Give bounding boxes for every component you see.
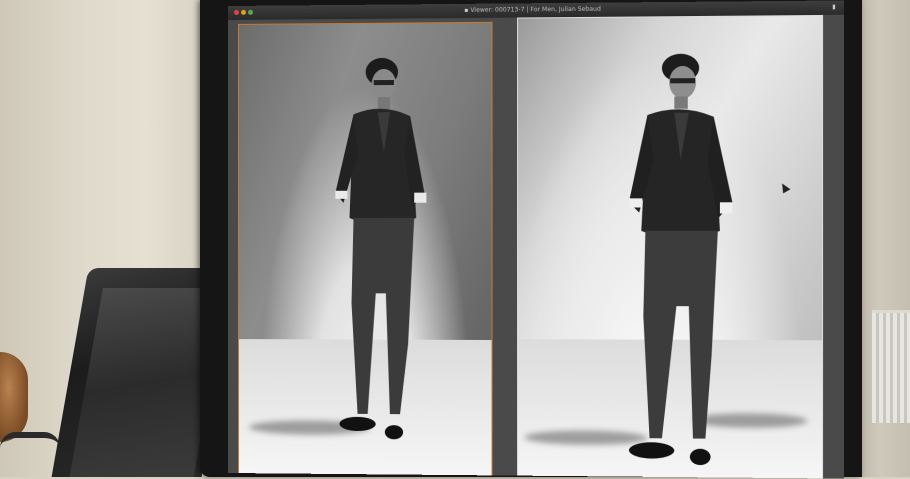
titlebar-indicator: ▮ (832, 3, 836, 11)
window-controls (233, 9, 254, 15)
minimize-icon[interactable] (240, 9, 247, 15)
monitor-screen: Viewer: 000713-7 | For Men, Julian Sebau… (228, 0, 845, 479)
wooden-chair (0, 352, 28, 442)
model-figure (569, 39, 755, 478)
model-figure (291, 41, 443, 464)
window-title: Viewer: 000713-7 | For Men, Julian Sebau… (464, 3, 601, 18)
cable (0, 432, 60, 448)
radiator (872, 310, 910, 423)
photo-right[interactable] (517, 14, 824, 479)
image-viewer (228, 14, 845, 479)
maximize-icon[interactable] (248, 9, 254, 15)
photo-left[interactable] (237, 21, 493, 478)
close-icon[interactable] (233, 9, 239, 15)
